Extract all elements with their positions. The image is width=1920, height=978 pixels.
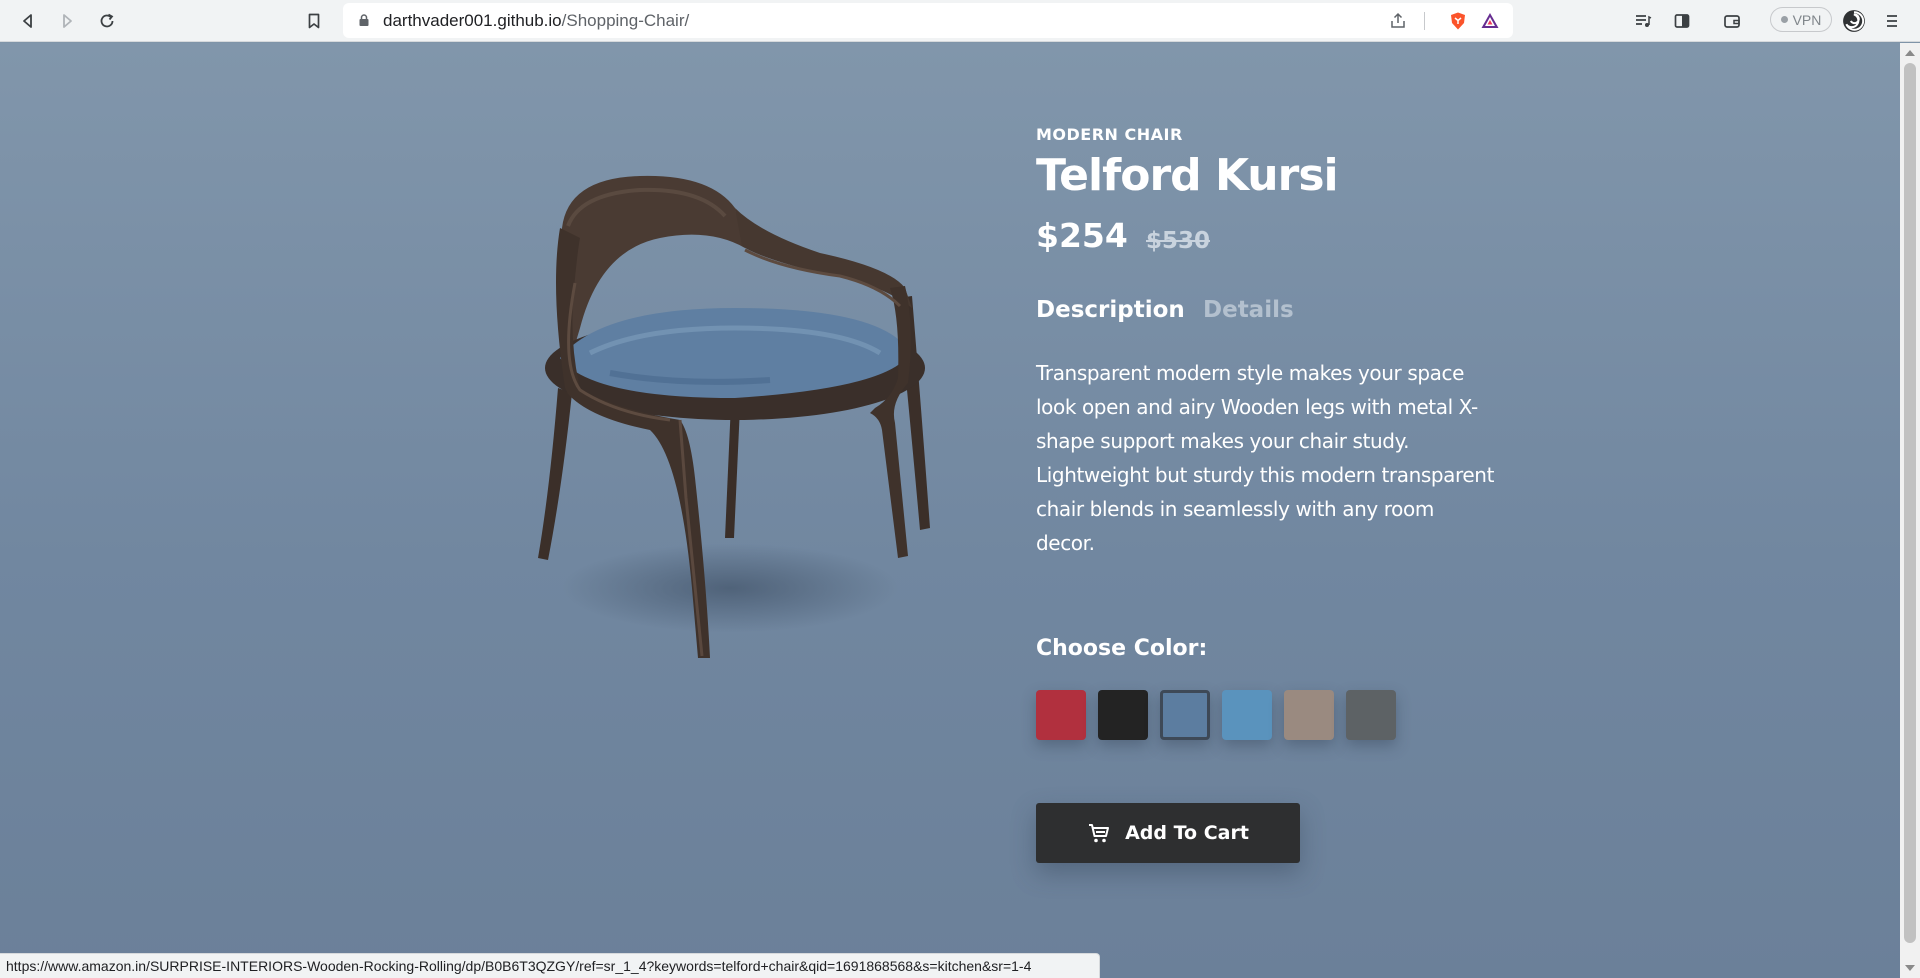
vpn-label: VPN	[1792, 11, 1822, 28]
playlist-icon	[1636, 15, 1652, 27]
product-old-price: $530	[1146, 228, 1211, 254]
omnibox-separator	[1424, 12, 1425, 30]
menu-button[interactable]	[1876, 5, 1908, 37]
product-category: MODERN CHAIR	[1036, 125, 1183, 144]
page-scrollbar[interactable]	[1900, 43, 1920, 978]
brave-shield-button[interactable]	[1448, 11, 1468, 31]
tab-description[interactable]: Description	[1036, 297, 1185, 323]
address-bar[interactable]: darthvader001.github.io/Shopping-Chair/	[343, 3, 1513, 38]
scrollbar-thumb[interactable]	[1904, 63, 1916, 943]
color-swatch-black[interactable]	[1098, 690, 1148, 740]
playlist-button[interactable]	[1627, 5, 1659, 37]
bookmark-icon	[308, 13, 320, 29]
back-button[interactable]	[12, 5, 44, 37]
vpn-status-icon	[1780, 16, 1788, 23]
bookmark-button[interactable]	[298, 5, 330, 37]
product-description: Transparent modern style makes your spac…	[1036, 361, 1495, 555]
add-to-cart-button[interactable]: Add To Cart	[1036, 803, 1300, 863]
color-swatch-light-blue[interactable]	[1222, 690, 1272, 740]
url-path: /Shopping-Chair/	[561, 11, 690, 30]
color-swatch-grey[interactable]	[1346, 690, 1396, 740]
profile-button[interactable]	[1838, 5, 1870, 37]
wallet-icon	[1724, 15, 1740, 28]
lock-icon	[359, 14, 369, 26]
product-title: Telford Kursi	[1036, 150, 1339, 201]
forward-icon	[63, 14, 72, 28]
color-swatch-blue-velvet[interactable]	[1160, 690, 1210, 740]
brave-rewards-button[interactable]	[1480, 11, 1500, 31]
scroll-up-icon[interactable]	[1905, 50, 1915, 56]
brave-rewards-icon	[1481, 13, 1499, 28]
forward-button[interactable]	[51, 5, 83, 37]
color-swatch-red[interactable]	[1036, 690, 1086, 740]
vpn-button[interactable]: VPN	[1770, 7, 1832, 32]
product-price: $254	[1036, 216, 1128, 255]
browser-toolbar: darthvader001.github.io/Shopping-Chair/ …	[0, 0, 1920, 42]
add-to-cart-label: Add To Cart	[1125, 822, 1249, 844]
back-icon	[23, 14, 32, 28]
profile-icon	[1843, 10, 1865, 32]
wallet-button[interactable]	[1716, 5, 1748, 37]
reload-button[interactable]	[91, 5, 123, 37]
choose-color-label: Choose Color:	[1036, 636, 1208, 661]
sidebar-button[interactable]	[1666, 5, 1698, 37]
chair-image	[538, 175, 930, 658]
menu-icon	[1887, 15, 1897, 27]
reload-icon	[100, 13, 114, 28]
share-button[interactable]	[1388, 11, 1408, 31]
product-page: MODERN CHAIR Telford Kursi $254 $530 Des…	[0, 43, 1900, 978]
sidebar-icon	[1674, 14, 1690, 28]
brave-shield-icon	[1451, 12, 1465, 30]
share-icon	[1391, 12, 1405, 28]
color-swatch-beige[interactable]	[1284, 690, 1334, 740]
cart-icon	[1089, 824, 1110, 843]
url-host: darthvader001.github.io	[383, 11, 562, 30]
color-swatches	[1036, 690, 1396, 740]
scroll-down-icon[interactable]	[1905, 965, 1915, 971]
url-text: darthvader001.github.io/Shopping-Chair/	[383, 11, 689, 31]
status-bar-url: https://www.amazon.in/SURPRISE-INTERIORS…	[0, 953, 1100, 978]
tab-details[interactable]: Details	[1203, 297, 1294, 323]
